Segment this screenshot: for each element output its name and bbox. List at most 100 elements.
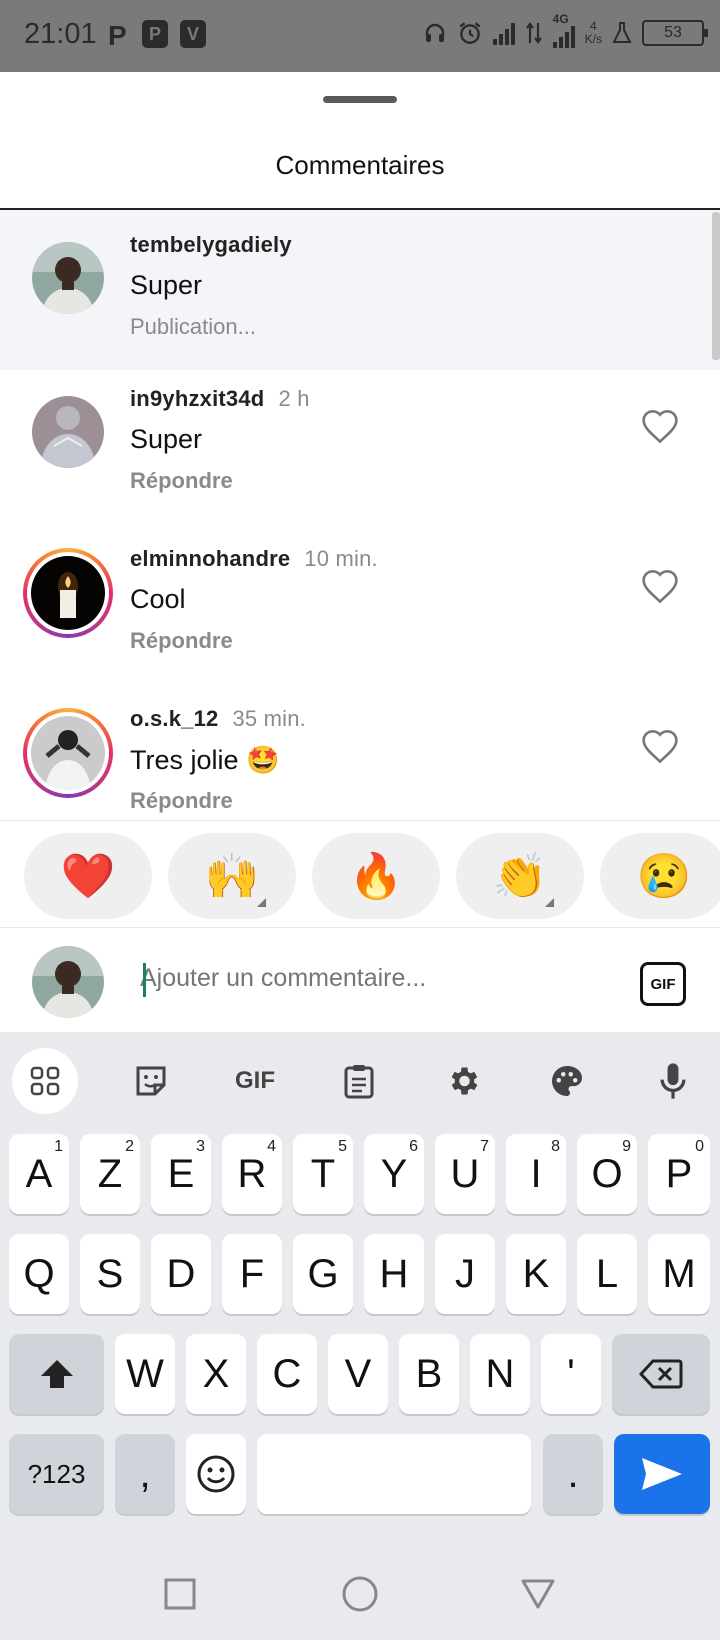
reaction-fire-button[interactable]: 🔥 [312, 833, 440, 919]
key-t[interactable]: T5 [293, 1134, 353, 1214]
key-s[interactable]: S [80, 1234, 140, 1314]
key-a[interactable]: A1 [9, 1134, 69, 1214]
text-cursor [143, 963, 146, 997]
heart-icon[interactable] [640, 728, 680, 764]
key-label: P [665, 1151, 693, 1196]
username-text[interactable]: tembelygadiely [130, 232, 292, 257]
sheet-title: Commentaires [275, 150, 445, 180]
key-q[interactable]: Q [9, 1234, 69, 1314]
apps-grid-icon[interactable] [12, 1048, 78, 1114]
comment-time: 2 h [278, 386, 310, 411]
comment-item[interactable]: elminnohandre 10 min. Cool Répondre [0, 530, 720, 690]
avatar[interactable] [32, 396, 104, 468]
shift-key[interactable] [9, 1334, 104, 1414]
story-ring[interactable] [23, 548, 113, 638]
key-j[interactable]: J [435, 1234, 495, 1314]
avatar[interactable] [31, 556, 105, 630]
key-hint: 4 [267, 1138, 276, 1155]
username-text[interactable]: o.s.k_12 [130, 706, 218, 731]
comment-item[interactable]: o.s.k_12 35 min. Tres jolie 🤩 Répondre [0, 690, 720, 820]
username-text[interactable]: in9yhzxit34d [130, 386, 264, 411]
send-key[interactable] [614, 1434, 710, 1514]
key-v[interactable]: V [328, 1334, 388, 1414]
send-arrow-icon [642, 1458, 682, 1490]
key-g[interactable]: G [293, 1234, 353, 1314]
reaction-clap-button[interactable]: 👏 [456, 833, 584, 919]
emoji-key[interactable] [186, 1434, 246, 1514]
key-k[interactable]: K [506, 1234, 566, 1314]
heart-icon[interactable] [640, 568, 680, 604]
key-l[interactable]: L [577, 1234, 637, 1314]
key-c[interactable]: C [257, 1334, 317, 1414]
comment-username[interactable]: tembelygadiely [130, 232, 292, 258]
microphone-icon[interactable] [640, 1048, 706, 1114]
key-hint: 0 [695, 1138, 704, 1155]
gif-button[interactable]: GIF [640, 962, 686, 1006]
comment-status: Publication... [130, 314, 256, 339]
key-label: ?123 [27, 1458, 86, 1489]
period-key[interactable]: . [543, 1434, 603, 1514]
key-e[interactable]: E3 [151, 1134, 211, 1214]
comment-username[interactable]: o.s.k_12 35 min. [130, 706, 306, 732]
key-label: C [272, 1351, 302, 1396]
comment-input[interactable] [140, 956, 620, 1000]
shift-arrow-icon [40, 1360, 73, 1388]
comment-item-pinned[interactable]: tembelygadiely Super Publication... [0, 210, 720, 370]
comma-key[interactable]: , [115, 1434, 175, 1514]
key-b[interactable]: B [399, 1334, 459, 1414]
key-o[interactable]: O9 [577, 1134, 637, 1214]
comment-item[interactable]: in9yhzxit34d 2 h Super Répondre [0, 370, 720, 530]
reaction-heart-button[interactable]: ❤️ [24, 833, 152, 919]
reply-button[interactable]: Répondre [130, 788, 233, 814]
avatar[interactable] [32, 242, 104, 314]
key-x[interactable]: X [186, 1334, 246, 1414]
net-speed-unit: K/s [584, 32, 602, 46]
avatar[interactable] [31, 716, 105, 790]
key-d[interactable]: D [151, 1234, 211, 1314]
key-h[interactable]: H [364, 1234, 424, 1314]
system-nav-bar [0, 1544, 720, 1640]
recent-apps-icon[interactable] [164, 1578, 196, 1610]
key-z[interactable]: Z2 [80, 1134, 140, 1214]
key-label: W [126, 1351, 164, 1396]
username-text[interactable]: elminnohandre [130, 546, 290, 571]
key-apostrophe[interactable]: ' [541, 1334, 601, 1414]
keyboard-gif-button[interactable]: GIF [222, 1048, 288, 1114]
key-label: H [379, 1251, 409, 1296]
key-label: M [662, 1251, 696, 1296]
key-i[interactable]: I8 [506, 1134, 566, 1214]
reaction-emoji: 🔥 [348, 852, 404, 901]
key-p[interactable]: P0 [648, 1134, 710, 1214]
comment-username[interactable]: in9yhzxit34d 2 h [130, 386, 310, 412]
key-u[interactable]: U7 [435, 1134, 495, 1214]
back-icon[interactable] [520, 1578, 556, 1610]
reaction-emoji: 👏 [492, 852, 548, 901]
comment-list[interactable]: tembelygadiely Super Publication... in9y… [0, 210, 720, 820]
key-n[interactable]: N [470, 1334, 530, 1414]
comment-text: Tres jolie 🤩 [130, 745, 280, 775]
key-y[interactable]: Y6 [364, 1134, 424, 1214]
key-hint: 2 [125, 1138, 134, 1155]
reaction-raised-hands-button[interactable]: 🙌 [168, 833, 296, 919]
settings-gear-icon[interactable] [430, 1048, 496, 1114]
sticker-icon[interactable] [118, 1048, 184, 1114]
scrollbar[interactable] [712, 212, 720, 360]
key-f[interactable]: F [222, 1234, 282, 1314]
key-m[interactable]: M [648, 1234, 710, 1314]
palette-icon[interactable] [534, 1048, 600, 1114]
reply-button[interactable]: Répondre [130, 468, 233, 494]
backspace-key[interactable] [612, 1334, 710, 1414]
key-w[interactable]: W [115, 1334, 175, 1414]
space-key[interactable] [257, 1434, 531, 1514]
home-icon[interactable] [342, 1576, 378, 1612]
comment-username[interactable]: elminnohandre 10 min. [130, 546, 378, 572]
clipboard-icon[interactable] [326, 1048, 392, 1114]
key-r[interactable]: R4 [222, 1134, 282, 1214]
reply-button[interactable]: Répondre [130, 628, 233, 654]
heart-icon[interactable] [640, 408, 680, 444]
sheet-drag-handle[interactable] [323, 96, 397, 103]
v-app-icon: V [180, 20, 206, 48]
reaction-crying-button[interactable]: 😢 [600, 833, 720, 919]
story-ring[interactable] [23, 708, 113, 798]
symbols-key[interactable]: ?123 [9, 1434, 104, 1514]
